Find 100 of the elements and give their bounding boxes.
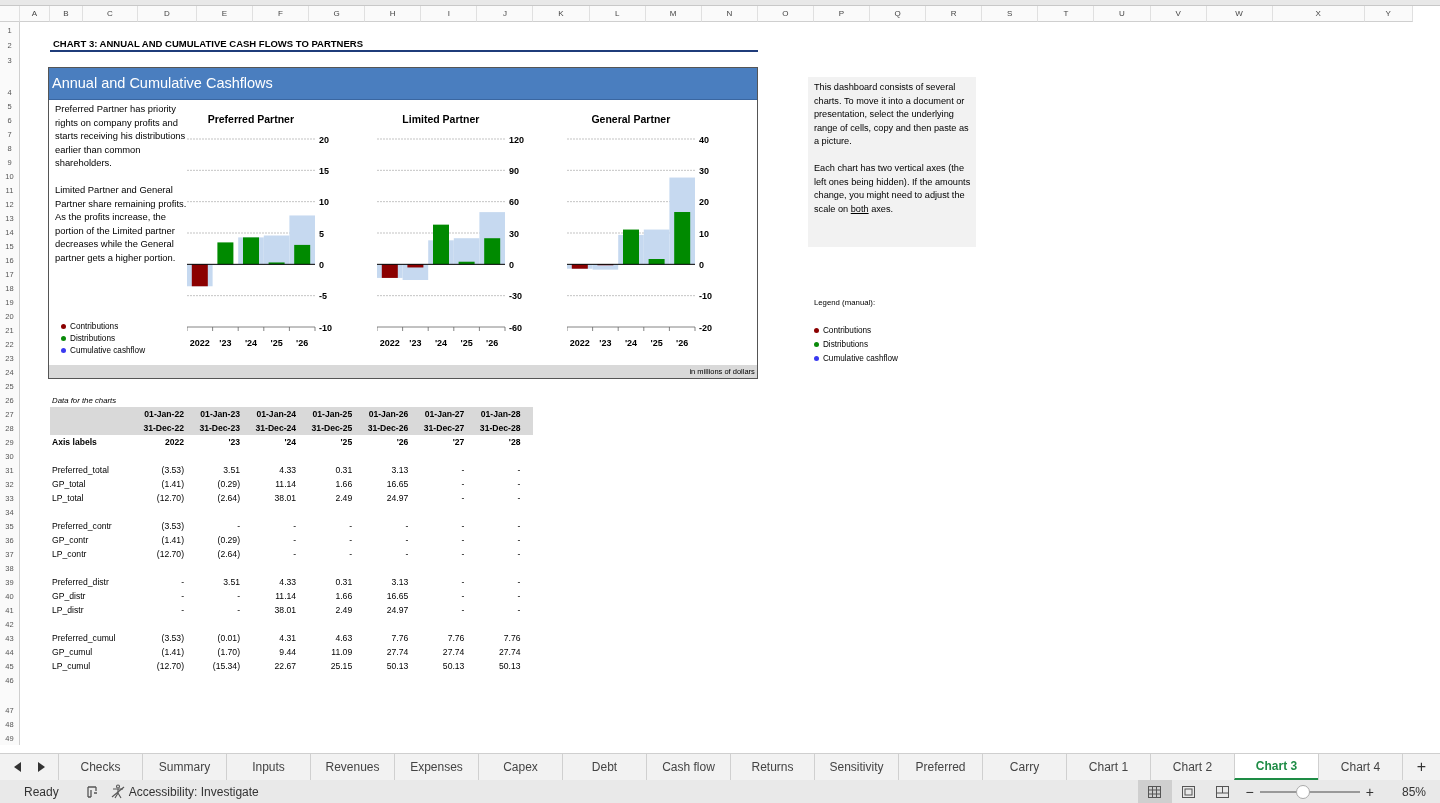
category-label: '23 xyxy=(599,338,612,348)
table-cell-text: (15.34) xyxy=(211,660,241,673)
axis-tick-label: -10 xyxy=(698,291,712,302)
table-cell-text: - xyxy=(516,590,522,603)
table-cell-text: GP_distr xyxy=(51,590,87,603)
table-cell-text: 22.67 xyxy=(273,660,298,673)
table-cell-text: 50.13 xyxy=(441,660,466,673)
table-cell-text: 31-Dec-25 xyxy=(310,422,354,435)
table-cell-text: 38.01 xyxy=(273,604,298,617)
table-cell-text: (3.53) xyxy=(160,632,185,645)
category-label: '23 xyxy=(219,338,232,348)
table-cell-text: LP_total xyxy=(51,492,85,505)
axis-tick-label: 10 xyxy=(698,228,709,239)
table-cell-text: Preferred_contr xyxy=(51,520,113,533)
table-cell-text: '23 xyxy=(227,436,241,449)
table-cell-text: 01-Jan-23 xyxy=(199,408,241,421)
table-cell-text: 01-Jan-24 xyxy=(255,408,298,421)
table-cell-text: 3.51 xyxy=(222,464,241,477)
category-label: '24 xyxy=(244,338,257,348)
table-cell-text: (1.41) xyxy=(160,478,185,491)
note-text: This dashboard consists of several charts. To move it into a document or presentation, select the underlying range of cells, copy and then paste as a picture. xyxy=(813,81,970,148)
axis-tick-label: 0 xyxy=(318,259,324,270)
description-text: Limited Partner and General Partner share remaining profits. As the profits increase, the portion of the Limited partner decreases while the General partner gets a higher portion. xyxy=(55,183,187,264)
axis-tick-label: 20 xyxy=(698,197,709,208)
table-cell-text: - xyxy=(460,520,466,533)
table-cell-text: - xyxy=(516,548,522,561)
table-cell-text: 01-Jan-26 xyxy=(367,408,410,421)
table-cell-text: - xyxy=(460,548,466,561)
table-cell-text: 0.31 xyxy=(334,576,354,589)
table-cell-text: '25 xyxy=(339,436,354,449)
table-cell-text: - xyxy=(460,534,466,547)
table-cell-text: - xyxy=(180,576,185,589)
legend-label: Distributions xyxy=(70,334,116,343)
table-cell-text: Preferred_cumul xyxy=(51,632,117,645)
table-cell-text: 01-Jan-25 xyxy=(311,408,354,421)
axis-tick-label: 10 xyxy=(318,197,329,208)
axis-tick-label: 40 xyxy=(698,134,709,145)
table-cell-text: '28 xyxy=(507,436,522,449)
table-cell-text: 27.74 xyxy=(385,646,410,659)
table-cell-text: Preferred_total xyxy=(51,464,110,477)
table-cell-text: (3.53) xyxy=(160,520,185,533)
table-cell-text: (3.53) xyxy=(160,464,185,477)
table-cell-text: - xyxy=(516,576,522,589)
table-cell-text: - xyxy=(460,492,466,505)
table-cell-text: (1.41) xyxy=(160,534,185,547)
table-cell-text: 11.14 xyxy=(274,590,298,603)
axis-tick-label: -20 xyxy=(698,322,712,333)
category-label: '24 xyxy=(434,338,447,348)
table-cell-text: 7.76 xyxy=(446,632,466,645)
table-cell-text: - xyxy=(516,492,522,505)
table-cell-text: 11.14 xyxy=(274,478,298,491)
table-cell-text: - xyxy=(180,604,185,617)
table-cell-text: - xyxy=(180,590,185,603)
table-cell-text: - xyxy=(292,520,298,533)
category-label: '23 xyxy=(409,338,422,348)
sheet-title: CHART 3: ANNUAL AND CUMULATIVE CASH FLOWS TO PARTNERS xyxy=(50,37,758,52)
axis-tick-label: 30 xyxy=(508,228,519,239)
table-cell-text: 01-Jan-28 xyxy=(479,408,522,421)
table-cell-text: 4.31 xyxy=(278,632,298,645)
category-label: '25 xyxy=(460,338,473,348)
axis-tick-label: -5 xyxy=(318,291,327,302)
table-cell-text: 4.33 xyxy=(278,464,298,477)
chart-title: Preferred Partner xyxy=(206,113,296,127)
table-cell-text: 0.31 xyxy=(334,464,354,477)
legend-label: Contributions xyxy=(70,322,119,331)
table-cell-text: - xyxy=(460,576,466,589)
table-cell-text: 24.97 xyxy=(385,604,410,617)
legend-label: Cumulative cashflow xyxy=(70,346,146,355)
axis-tick-label: 15 xyxy=(318,165,329,176)
table-cell-text: (0.29) xyxy=(216,478,241,491)
table-cell-text: 31-Dec-27 xyxy=(422,422,466,435)
table-cell-text: - xyxy=(236,590,241,603)
table-cell-text: (12.70) xyxy=(155,548,185,561)
table-cell-text: - xyxy=(348,520,354,533)
table-cell-text: '26 xyxy=(395,436,410,449)
table-cell-text: 25.15 xyxy=(329,660,354,673)
legend-label: Distributions xyxy=(822,339,868,349)
table-cell-text: 4.63 xyxy=(334,632,354,645)
table-cell-text: 3.13 xyxy=(390,464,410,477)
axis-tick-label: -30 xyxy=(508,291,522,302)
axis-tick-label: -10 xyxy=(318,322,332,333)
table-cell-text: 38.01 xyxy=(273,492,298,505)
table-cell-text: - xyxy=(460,590,466,603)
table-cell-text: 16.65 xyxy=(385,478,410,491)
table-cell-text: - xyxy=(516,534,522,547)
table-cell-text: 01-Jan-27 xyxy=(423,408,466,421)
category-label: '25 xyxy=(270,338,283,348)
table-cell-text: 7.76 xyxy=(390,632,410,645)
category-label: '24 xyxy=(624,338,637,348)
table-cell-text: - xyxy=(404,534,410,547)
table-cell-text: (1.70) xyxy=(216,646,241,659)
status-text: Ready xyxy=(24,784,59,799)
axis-tick-label: 30 xyxy=(698,165,709,176)
table-cell-text: 1.66 xyxy=(334,590,354,603)
table-cell-text: 1.66 xyxy=(334,478,354,491)
table-cell-text: 50.13 xyxy=(385,660,410,673)
table-cell-text: - xyxy=(404,548,410,561)
table-cell-text: 27.74 xyxy=(441,646,466,659)
chart-title: Limited Partner xyxy=(401,113,481,127)
table-cell-text: LP_cumul xyxy=(51,660,92,673)
